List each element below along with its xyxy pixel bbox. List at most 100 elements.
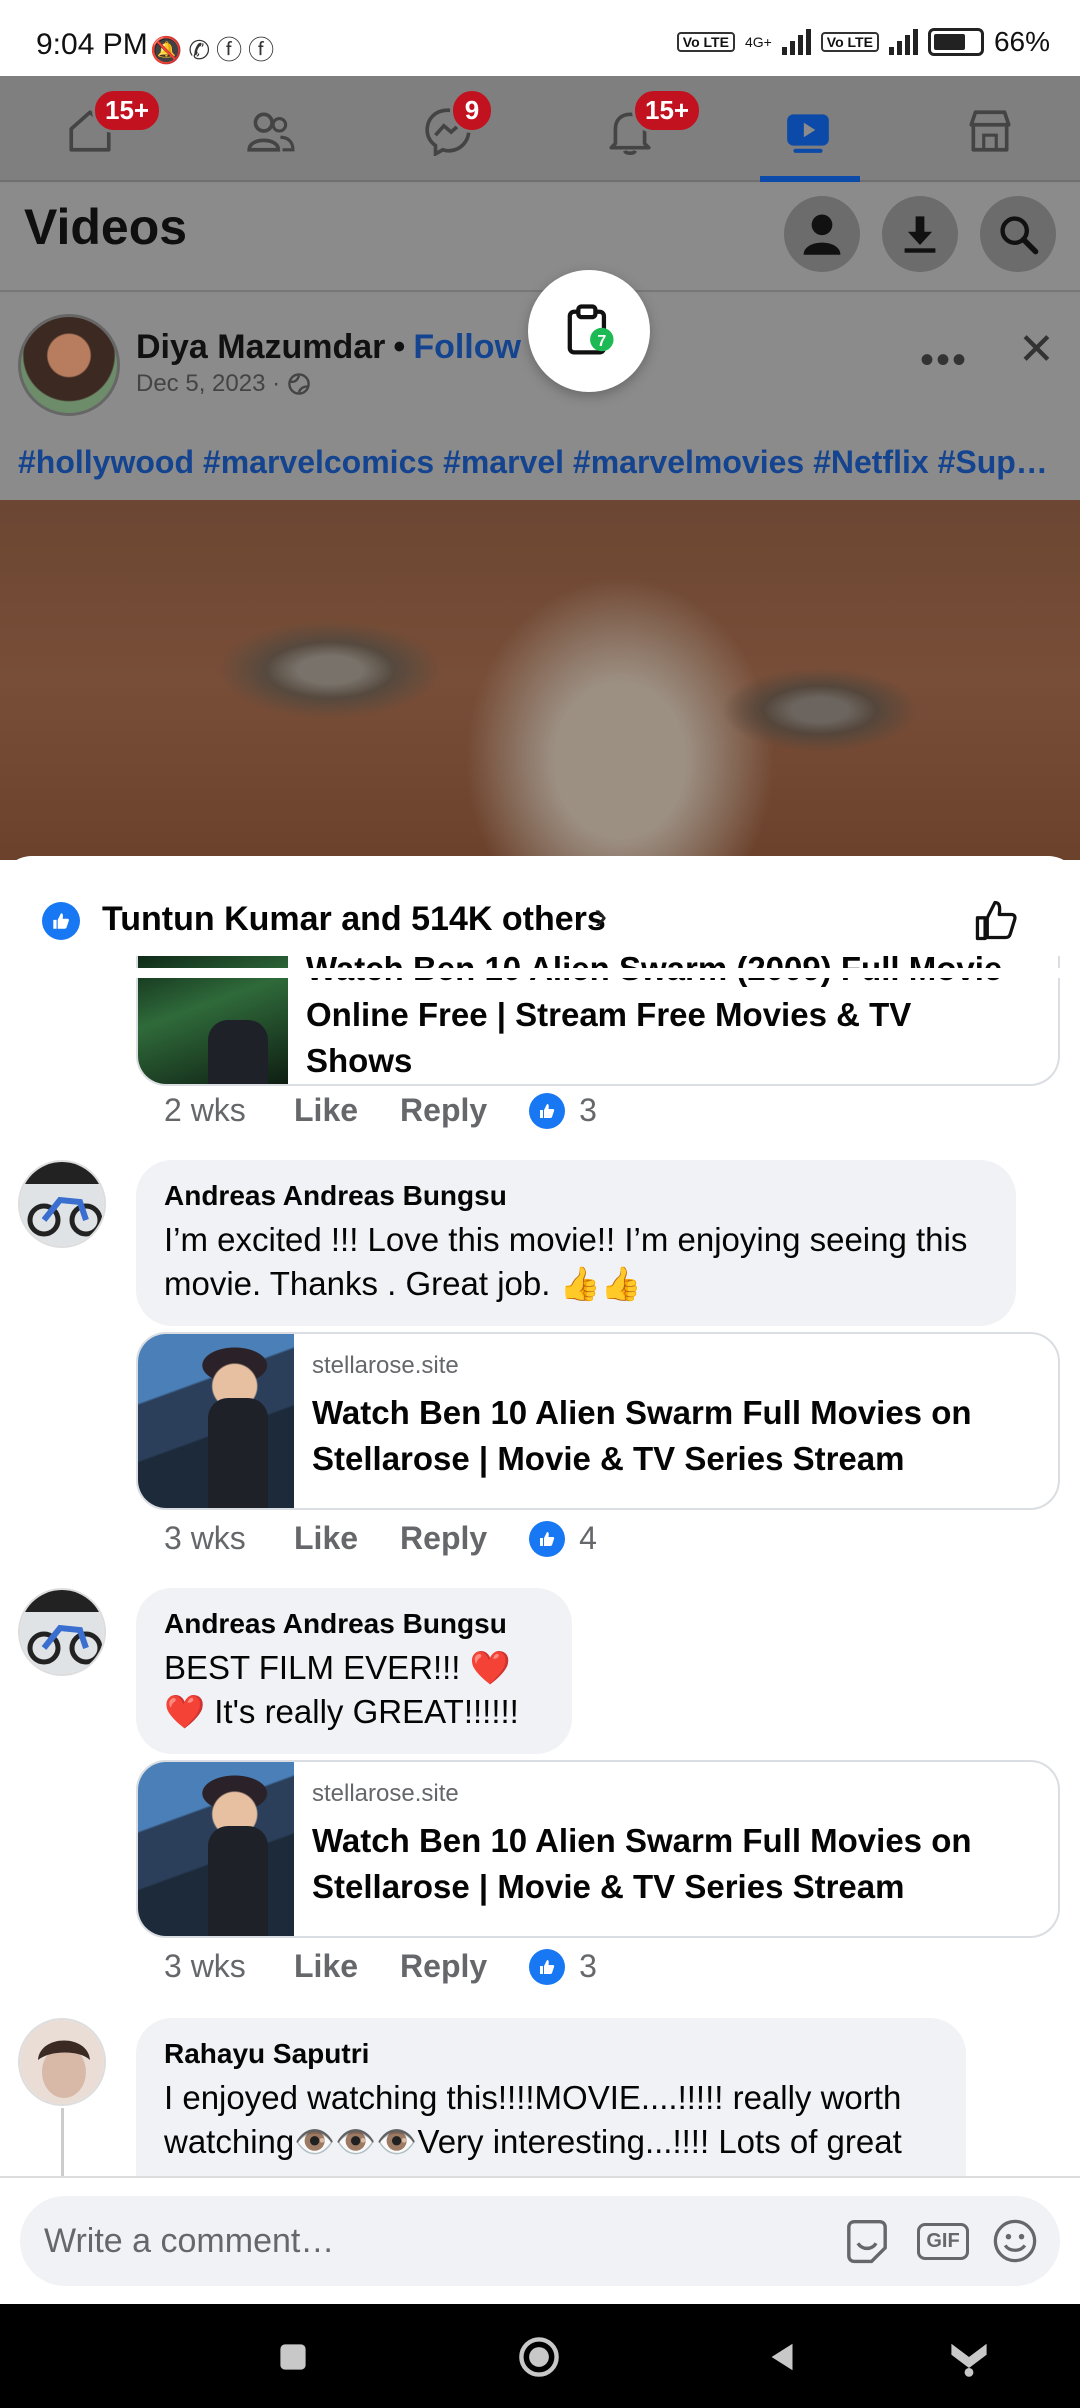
comment-text: I enjoyed watching this!!!!MOVIE....!!!!… [164,2079,902,2160]
clipboard-count: 7 [597,333,606,350]
home-system-button[interactable] [514,2332,564,2382]
commenter-avatar[interactable] [18,1160,106,1248]
commenter-avatar[interactable] [18,1588,106,1676]
globe-icon [287,373,310,395]
nav-messenger[interactable]: 9 [408,88,494,166]
like-count: 4 [579,1520,597,1556]
commenter-avatar[interactable] [18,2018,106,2106]
thumbs-up-icon [975,900,1017,941]
author-avatar[interactable] [18,314,120,416]
sticker-button[interactable] [840,2214,894,2268]
page-title: Videos [24,199,188,255]
square-icon [280,2344,306,2370]
nav-notifications[interactable]: 15+ [590,88,703,166]
smiley-icon [993,2219,1037,2263]
like-count-icon [529,1948,566,1985]
reply-button[interactable]: Reply [400,1948,487,1985]
comment-input[interactable] [20,2196,1060,2286]
comment-composer: GIF [0,2176,1080,2304]
follow-button[interactable]: Follow [413,328,521,366]
like-comment-button[interactable]: Like [294,1520,358,1557]
nav-marketplace[interactable] [950,96,1030,166]
profile-button[interactable] [784,196,860,272]
clipboard-icon: 7 [567,304,614,355]
comment-meta: 3 wks Like Reply 3 [164,1948,597,1985]
assistant-button[interactable] [944,2332,994,2382]
reactions-summary[interactable]: Tuntun Kumar and 514K others › [0,856,1080,968]
post-date-text: Dec 5, 2023 · [136,370,281,397]
video-player[interactable] [0,500,1080,860]
notifications-badge: 15+ [632,88,703,133]
close-button[interactable]: ✕ [1018,324,1055,375]
friends-icon [247,112,295,152]
like-count-icon [529,1092,566,1129]
commenter-name[interactable]: Rahayu Saputri [164,2038,938,2070]
back-button[interactable] [758,2332,808,2382]
like-comment-button[interactable]: Like [294,1092,358,1129]
search-icon [1000,216,1039,255]
link-preview[interactable]: stellarose.site Watch Ben 10 Alien Swarm… [136,1332,1060,1510]
link-domain: stellarose.site [312,1352,459,1379]
top-navigation: 15+ 9 15+ [0,76,1080,182]
active-tab-indicator [760,176,860,182]
chevron-right-icon: › [594,894,608,938]
commenter-name[interactable]: Andreas Andreas Bungsu [164,1180,988,1212]
comment-bubble[interactable]: Andreas Andreas Bungsu BEST FILM EVER!!!… [136,1588,572,1754]
emoji-button[interactable] [988,2214,1042,2268]
chevron-down-icon [951,2343,987,2377]
recents-button[interactable] [268,2332,318,2382]
comment-text: BEST FILM EVER!!! ❤️❤️ It's really GREAT… [164,1649,519,1730]
comment-time: 3 wks [164,1948,246,1984]
gif-icon: GIF [917,2222,969,2260]
link-title: Watch Ben 10 Alien Swarm Full Movies on … [312,1822,972,1905]
nav-home[interactable]: 15+ [50,88,163,166]
network-type: 4G+ [744,34,772,50]
nav-video[interactable] [768,96,848,166]
reactions-text: Tuntun Kumar and 514K others [102,900,606,938]
notification-icons: 🔕✆ⓕⓕ [150,35,281,65]
clipboard-button[interactable]: 7 [528,270,650,392]
nav-friends[interactable] [230,96,310,166]
download-button[interactable] [882,196,958,272]
author-name[interactable]: Diya Mazumdar [136,328,385,366]
status-bar: 9:04 PM 🔕✆ⓕⓕ Vo LTE 4G+ Vo LTE 66% [0,0,1080,76]
reply-button[interactable]: Reply [400,1520,487,1557]
person-icon [803,214,841,255]
commenter-name[interactable]: Andreas Andreas Bungsu [164,1608,544,1640]
marketplace-icon [969,110,1011,152]
battery-percent: 66% [993,26,1050,57]
more-options-button[interactable]: ••• [920,338,968,383]
back-triangle-icon [771,2343,793,2371]
comment-bubble[interactable]: Andreas Andreas Bungsu I’m excited !!! L… [136,1160,1016,1326]
author-separator: • [393,328,406,366]
battery-icon [927,28,984,56]
author-line: Diya Mazumdar • Follow [136,328,521,367]
volte-icon-2: Vo LTE [820,32,879,52]
circle-icon [519,2337,559,2377]
reply-button[interactable]: Reply [400,1092,487,1129]
download-icon [904,216,936,253]
videos-header: Videos [0,184,1080,292]
link-preview[interactable]: stellarose.site Watch Ben 10 Alien Swarm… [136,1760,1060,1938]
post-hashtags[interactable]: #hollywood #marvelcomics #marvel #marvel… [18,444,1058,481]
signal-icon-2 [888,29,918,55]
link-title: Online Free | Stream Free Movies & TV Sh… [306,996,912,1079]
status-time: 9:04 PM [36,28,148,61]
signal-icon [781,29,811,55]
gif-button[interactable]: GIF [916,2214,970,2268]
comment-text: I’m excited !!! Love this movie!! I’m en… [164,1221,968,1302]
home-badge: 15+ [92,88,163,133]
like-count-icon [529,1520,566,1557]
system-navigation-bar [0,2304,1080,2408]
like-comment-button[interactable]: Like [294,1948,358,1985]
search-button[interactable] [980,196,1056,272]
status-right: Vo LTE 4G+ Vo LTE 66% [676,26,1050,58]
like-count: 3 [579,1948,597,1984]
clip-mask [0,968,1080,978]
comment-meta: 2 wks Like Reply 3 [164,1092,597,1129]
sticker-icon [847,2219,887,2264]
like-post-button[interactable] [972,896,1020,949]
like-count: 3 [579,1092,597,1128]
link-domain: stellarose.site [312,1780,459,1807]
post-date: Dec 5, 2023 · [136,370,311,398]
